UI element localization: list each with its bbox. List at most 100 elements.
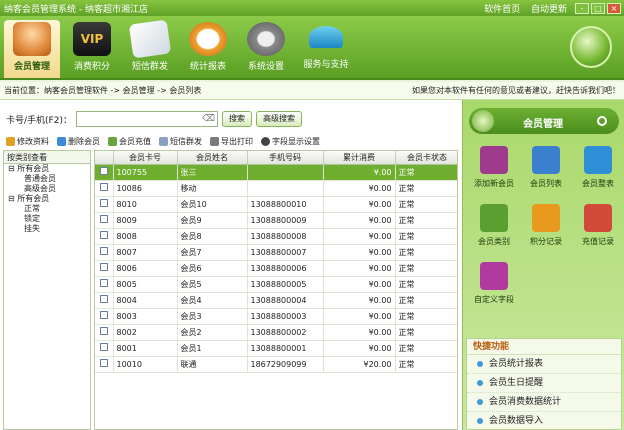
tab-support[interactable]: 服务与支持	[296, 20, 356, 78]
home-link[interactable]: 软件首页	[484, 5, 520, 15]
row-checkbox[interactable]	[99, 359, 108, 367]
table-row[interactable]: 8002 会员2 13088800002 ¥0.00 正常	[95, 324, 457, 341]
update-link[interactable]: 自动更新	[531, 5, 567, 15]
panel-item-recharge[interactable]: 充值记录	[573, 204, 623, 247]
bullet-icon	[477, 361, 483, 367]
panel-item-member-list[interactable]: 会员列表	[521, 146, 571, 189]
table-row[interactable]: 8005 会员5 13088800005 ¥0.00 正常	[95, 276, 457, 293]
tree-node[interactable]: 锁定	[4, 214, 90, 224]
table-cell: 10010	[113, 356, 178, 373]
circle-icon	[597, 116, 607, 126]
field-settings-button[interactable]: 字段显示设置	[261, 136, 320, 147]
table-row[interactable]: 10086 移动 ¥0.00 正常	[95, 180, 457, 197]
table-cell: 8004	[113, 292, 178, 309]
table-cell: 联通	[177, 356, 248, 373]
row-checkbox[interactable]	[99, 263, 108, 271]
table-row[interactable]: 8008 会员8 13088800008 ¥0.00 正常	[95, 228, 457, 245]
table-row[interactable]: 8001 会员1 13088800001 ¥0.00 正常	[95, 340, 457, 357]
member-list-icon	[532, 146, 560, 174]
panel-item-custom-field[interactable]: 自定义字段	[469, 262, 519, 305]
tree-node[interactable]: ⊟ 所有会员	[4, 164, 90, 174]
recharge-button[interactable]: 会员充值	[108, 136, 151, 147]
panel-item-dollar[interactable]: 会员整表	[573, 146, 623, 189]
row-checkbox[interactable]	[99, 183, 108, 191]
row-checkbox[interactable]	[99, 167, 108, 175]
table-row[interactable]: 8006 会员6 13088800006 ¥0.00 正常	[95, 260, 457, 277]
row-checkbox[interactable]	[99, 311, 108, 319]
table-row[interactable]: 10010 联通 18672909099 ¥20.00 正常	[95, 356, 457, 373]
table-row[interactable]: 8004 会员4 13088800004 ¥0.00 正常	[95, 292, 457, 309]
panel-logo-icon	[472, 110, 494, 132]
table-cell: ¥0.00	[323, 340, 396, 357]
search-button[interactable]: 搜索	[221, 111, 252, 127]
sms-icon	[128, 19, 172, 59]
table-row[interactable]: 8009 会员9 13088800009 ¥0.00 正常	[95, 212, 457, 229]
table-row[interactable]: 8010 会员10 13088800010 ¥0.00 正常	[95, 196, 457, 213]
table-cell: 正常	[395, 212, 457, 229]
row-checkbox[interactable]	[99, 199, 108, 207]
tab-reports[interactable]: 统计报表	[180, 20, 236, 78]
recharge-icon	[584, 204, 612, 232]
table-cell: 13088800003	[247, 308, 324, 325]
feedback-notice[interactable]: 如果您对本软件有任何的意见或者建议，赶快告诉我们吧！	[412, 85, 620, 96]
tab-sms[interactable]: 短信群发	[122, 19, 178, 78]
table-row[interactable]: 8003 会员3 13088800003 ¥0.00 正常	[95, 308, 457, 325]
maximize-button[interactable]: □	[591, 2, 605, 14]
quick-function-item[interactable]: 会员统计报表	[467, 355, 621, 374]
tree-node[interactable]: 高级会员	[4, 184, 90, 194]
column-header[interactable]: 手机号码	[247, 151, 324, 165]
panel-item-points[interactable]: 积分记录	[521, 204, 571, 247]
quick-function-item[interactable]: 会员消费数据统计	[467, 393, 621, 412]
row-checkbox[interactable]	[99, 295, 108, 303]
table-cell: 正常	[395, 228, 457, 245]
tree-node[interactable]: 普通会员	[4, 174, 90, 184]
delete-member-button[interactable]: 删除会员	[57, 136, 100, 147]
table-row[interactable]: 100755 张三 ¥.00 正常	[95, 164, 457, 181]
main-toolbar: 会员管理 VIP 消费积分 短信群发 统计报表 系统设置 服务与支持	[0, 16, 624, 80]
table-cell: ¥0.00	[323, 260, 396, 277]
quick-function-item[interactable]: 会员生日提醒	[467, 374, 621, 393]
table-cell: 正常	[395, 356, 457, 373]
table-cell: ¥20.00	[323, 356, 396, 373]
row-checkbox[interactable]	[99, 215, 108, 223]
table-row[interactable]: 8007 会员7 13088800007 ¥0.00 正常	[95, 244, 457, 261]
tree-node[interactable]: 挂失	[4, 224, 90, 234]
clock-report-icon	[189, 22, 227, 56]
quick-function-item[interactable]: 会员数据导入	[467, 412, 621, 430]
edit-member-button[interactable]: 修改资料	[6, 136, 49, 147]
column-header[interactable]	[95, 151, 114, 165]
table-cell: 13088800007	[247, 244, 324, 261]
row-checkbox[interactable]	[99, 343, 108, 351]
app-logo	[570, 26, 612, 68]
column-header[interactable]: 累计消费	[323, 151, 396, 165]
row-checkbox[interactable]	[99, 247, 108, 255]
panel-item-category[interactable]: 会员类别	[469, 204, 519, 247]
sms-button[interactable]: 短信群发	[159, 136, 202, 147]
row-checkbox[interactable]	[99, 327, 108, 335]
settings-icon	[261, 136, 270, 146]
column-header[interactable]: 会员卡号	[113, 151, 178, 165]
close-button[interactable]: ×	[607, 2, 621, 14]
sms-small-icon	[159, 136, 168, 146]
table-cell: 会员5	[177, 276, 248, 293]
table-cell: 正常	[395, 308, 457, 325]
tree-node[interactable]: ⊟ 所有会员	[4, 194, 90, 204]
column-header[interactable]: 会员姓名	[177, 151, 248, 165]
panel-item-add-member[interactable]: 添加新会员	[469, 146, 519, 189]
tree-node[interactable]: 正常	[4, 204, 90, 214]
advanced-search-button[interactable]: 高级搜索	[255, 111, 302, 127]
minimize-button[interactable]: -	[575, 2, 589, 14]
row-checkbox[interactable]	[99, 231, 108, 239]
row-checkbox[interactable]	[99, 279, 108, 287]
table-cell: ¥0.00	[323, 244, 396, 261]
table-cell: ¥0.00	[323, 196, 396, 213]
tab-consume-points[interactable]: VIP 消费积分	[64, 20, 120, 78]
tab-settings[interactable]: 系统设置	[238, 20, 294, 78]
search-input[interactable]: ⌫	[75, 111, 218, 127]
clear-icon[interactable]: ⌫	[202, 114, 215, 124]
column-header[interactable]: 会员卡状态	[395, 151, 457, 165]
tab-member-management[interactable]: 会员管理	[4, 20, 60, 78]
export-print-button[interactable]: 导出打印	[210, 136, 253, 147]
table-cell: 会员1	[177, 340, 248, 357]
category-icon	[480, 204, 508, 232]
